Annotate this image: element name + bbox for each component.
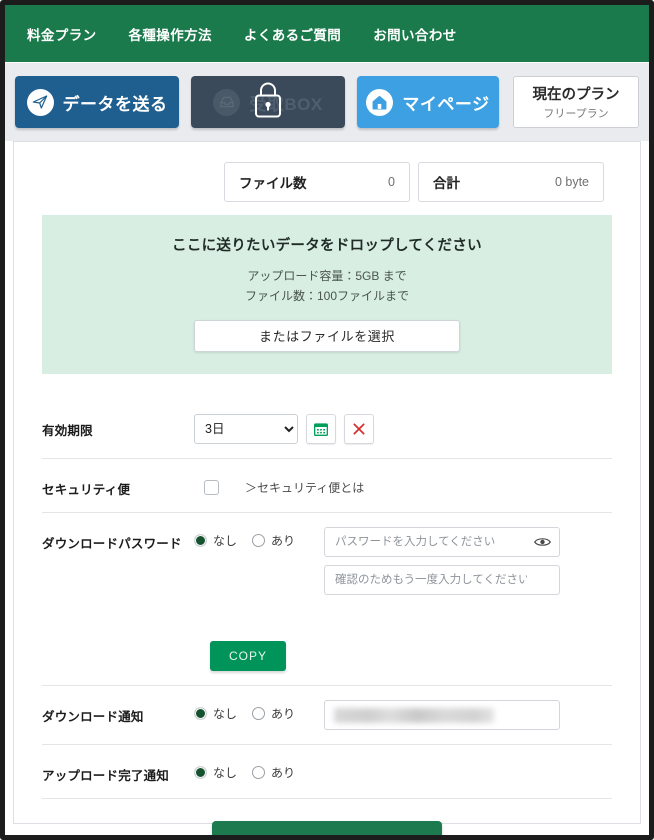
password-input[interactable] bbox=[324, 526, 560, 557]
upload-files-button[interactable]: ファイルをアップロード bbox=[212, 820, 442, 835]
download-notification-radio-group: なし あり bbox=[194, 700, 316, 722]
stat-total-size-label: 合計 bbox=[433, 176, 460, 191]
row-download-password: ダウンロードパスワード なし あり パスワードを入力してください 確認のためもう… bbox=[42, 511, 612, 685]
browser-window: 料金プラン 各種操作方法 よくあるご質問 お問い合わせ データを送る 受取BOX… bbox=[0, 0, 654, 840]
eye-icon[interactable] bbox=[534, 536, 551, 548]
security-delivery-info-link[interactable]: ＞セキュリティ便とは bbox=[245, 479, 364, 496]
security-delivery-checkbox[interactable] bbox=[204, 479, 219, 495]
tab-send-data-label: データを送る bbox=[62, 94, 168, 114]
download-password-radio-none[interactable] bbox=[194, 533, 207, 547]
row-download-notification-body: なし あり bbox=[194, 699, 612, 730]
nav-item-contact[interactable]: お問い合わせ bbox=[357, 20, 472, 48]
current-plan-title: 現在のプラン bbox=[532, 87, 620, 103]
row-upload-complete-notification-body: なし あり bbox=[194, 759, 612, 781]
inbox-icon bbox=[213, 88, 241, 116]
redacted-email-value bbox=[334, 707, 494, 723]
row-security-delivery-label: セキュリティ便 bbox=[42, 482, 131, 497]
download-notification-radio-none-label[interactable]: なし bbox=[213, 705, 237, 722]
download-password-radio-yes[interactable] bbox=[252, 533, 266, 547]
current-plan-box[interactable]: 現在のプラン フリープラン bbox=[513, 76, 639, 128]
password-input-stack bbox=[324, 526, 560, 595]
row-download-password-body: なし あり CO bbox=[194, 526, 612, 671]
stat-total-size-value: 0 byte bbox=[554, 175, 589, 189]
home-icon bbox=[366, 88, 394, 116]
row-expiry: 有効期限 3日 bbox=[42, 400, 612, 458]
upload-notification-radio-none[interactable] bbox=[194, 765, 207, 779]
password-input-wrap bbox=[324, 526, 560, 557]
download-notification-radio-yes-label[interactable]: あり bbox=[271, 705, 295, 722]
row-upload-complete-notification-label: アップロード完了通知 bbox=[42, 768, 170, 783]
current-plan-value: フリープラン bbox=[543, 108, 609, 120]
global-nav-bar: 料金プラン 各種操作方法 よくあるご質問 お問い合わせ bbox=[5, 5, 649, 62]
row-download-password-label: ダウンロードパスワード bbox=[42, 536, 182, 551]
tab-send-data[interactable]: データを送る bbox=[15, 76, 179, 128]
password-confirm-input[interactable] bbox=[324, 564, 560, 595]
drop-zone-limit-count: ファイル数：100ファイルまで bbox=[244, 288, 410, 303]
row-upload-complete-notification: アップロード完了通知 なし あり bbox=[42, 743, 612, 798]
nav-item-how-to[interactable]: 各種操作方法 bbox=[113, 20, 228, 48]
drop-zone-title: ここに送りたいデータをドロップしてください bbox=[172, 238, 482, 254]
stat-file-count: ファイル数 0 bbox=[224, 162, 410, 202]
upload-notification-radio-yes[interactable] bbox=[252, 765, 266, 779]
expiry-select[interactable]: 3日 bbox=[194, 413, 298, 444]
clear-expiry-x-icon-button[interactable] bbox=[344, 413, 374, 444]
download-notification-radio-none[interactable] bbox=[194, 706, 207, 720]
row-expiry-label: 有効期限 bbox=[42, 423, 93, 438]
row-download-notification: ダウンロード通知 なし あり bbox=[42, 684, 612, 744]
submit-area: ファイルをアップロード ※宛先設定はアップロード完了後となります。 bbox=[42, 797, 612, 835]
primary-tab-bar: データを送る 受取BOX マイページ 現在のプラン フリープラン bbox=[5, 62, 649, 141]
download-notification-email-input[interactable] bbox=[324, 699, 560, 730]
nav-item-faq[interactable]: よくあるご質問 bbox=[228, 20, 357, 48]
tab-my-page[interactable]: マイページ bbox=[357, 76, 499, 128]
stat-file-count-label: ファイル数 bbox=[239, 176, 307, 191]
download-password-radio-none-label[interactable]: なし bbox=[213, 532, 237, 549]
paper-plane-icon bbox=[26, 88, 54, 116]
tab-receive-box[interactable]: 受取BOX bbox=[191, 76, 345, 128]
file-stats-row: ファイル数 0 合計 0 byte bbox=[42, 162, 612, 202]
download-password-radio-group: なし あり bbox=[194, 527, 316, 549]
upload-panel: ファイル数 0 合計 0 byte ここに送りたいデータをドロップしてください … bbox=[13, 141, 641, 835]
nav-item-pricing[interactable]: 料金プラン bbox=[23, 20, 113, 48]
select-file-button[interactable]: またはファイルを選択 bbox=[194, 319, 460, 352]
upload-notification-radio-yes-label[interactable]: あり bbox=[271, 764, 295, 781]
upload-notification-radio-group: なし あり bbox=[194, 759, 316, 781]
tab-my-page-label: マイページ bbox=[402, 94, 490, 114]
row-expiry-body: 3日 bbox=[194, 413, 612, 444]
stat-file-count-value: 0 bbox=[388, 175, 395, 189]
row-download-notification-label: ダウンロード通知 bbox=[42, 709, 144, 724]
lock-icon bbox=[251, 80, 285, 125]
row-security-delivery: セキュリティ便 ＞セキュリティ便とは bbox=[42, 457, 612, 512]
download-notification-radio-yes[interactable] bbox=[252, 706, 266, 720]
file-drop-zone[interactable]: ここに送りたいデータをドロップしてください アップロード容量：5GB まで ファ… bbox=[42, 215, 612, 374]
drop-zone-limit-size: アップロード容量：5GB まで bbox=[247, 269, 407, 283]
download-password-radio-yes-label[interactable]: あり bbox=[271, 532, 295, 549]
copy-password-button[interactable]: COPY bbox=[210, 640, 286, 671]
calendar-icon-button[interactable] bbox=[306, 413, 336, 444]
upload-notification-radio-none-label[interactable]: なし bbox=[213, 764, 237, 781]
row-security-delivery-body: ＞セキュリティ便とは bbox=[194, 473, 612, 496]
stat-total-size: 合計 0 byte bbox=[418, 162, 604, 202]
